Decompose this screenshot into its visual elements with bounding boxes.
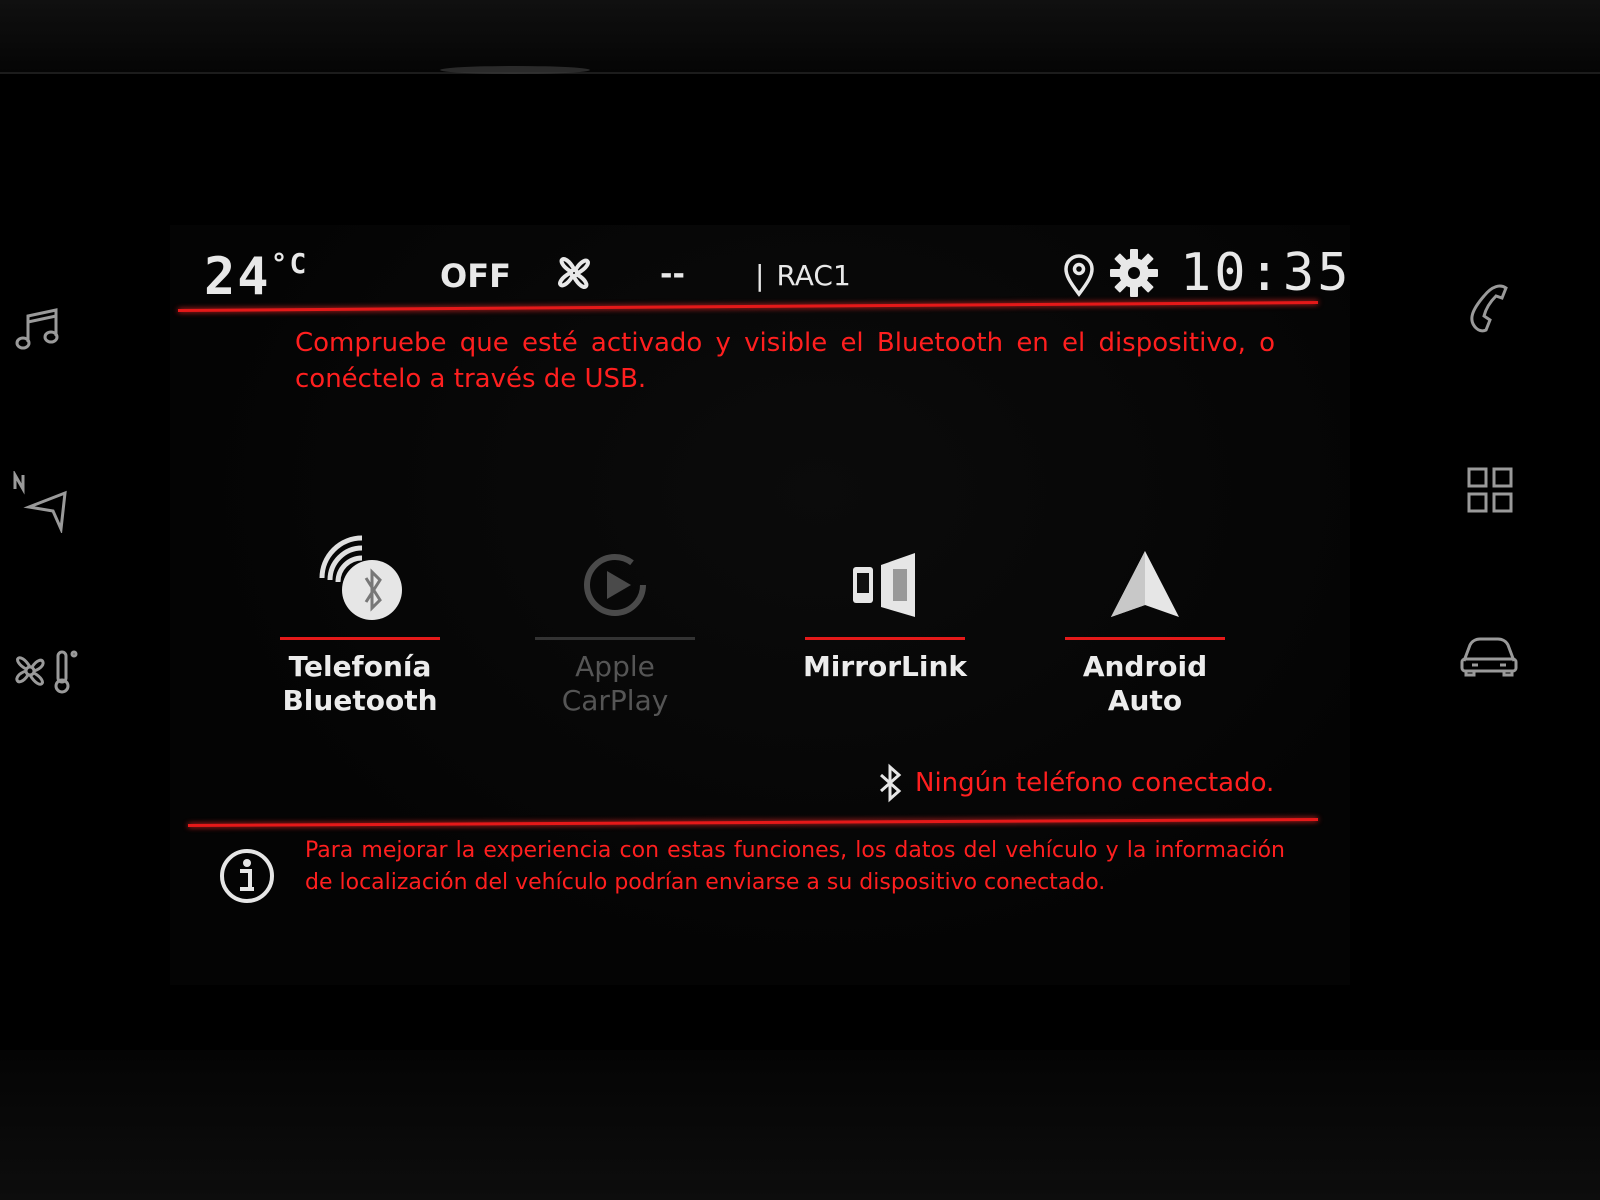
tile-label: MirrorLink xyxy=(802,650,968,683)
tile-underline xyxy=(805,637,965,640)
tile-android-auto[interactable]: Android Auto xyxy=(1060,525,1230,718)
tile-bluetooth-telephony[interactable]: Telefonía Bluetooth xyxy=(275,525,445,718)
apps-grid-icon[interactable] xyxy=(1460,460,1520,520)
tile-label: Apple CarPlay xyxy=(561,650,669,717)
footer-divider xyxy=(187,818,1319,827)
bluetooth-alert-message: Compruebe que esté activado y visible el… xyxy=(295,328,1275,394)
bezel-bottom xyxy=(0,1050,1600,1200)
temperature-display[interactable]: 24°C xyxy=(204,247,308,307)
fan-icon[interactable] xyxy=(550,249,598,301)
tile-label-line2: Bluetooth xyxy=(282,684,438,717)
phone-status-text: Ningún teléfono conectado. xyxy=(915,768,1275,798)
status-bar: 24°C OFF -- | RAC1 10:35 xyxy=(190,243,1349,307)
left-shortcut-bar xyxy=(0,0,110,1200)
tile-underline xyxy=(1065,637,1225,640)
radio-station-name: RAC1 xyxy=(776,259,851,292)
mirrorlink-icon xyxy=(800,525,970,625)
android-auto-icon xyxy=(1060,525,1230,625)
carplay-icon xyxy=(530,525,700,625)
gear-icon[interactable] xyxy=(1108,247,1160,303)
location-pin-icon[interactable] xyxy=(1062,253,1096,301)
phone-icon[interactable] xyxy=(1460,278,1520,338)
radio-station-display[interactable]: | RAC1 xyxy=(755,259,851,292)
climate-icon[interactable] xyxy=(8,645,80,697)
music-icon[interactable] xyxy=(8,300,68,360)
radio-separator: | xyxy=(755,259,765,292)
navigation-icon[interactable] xyxy=(8,470,72,534)
phone-connection-status: Ningún teléfono conectado. xyxy=(875,763,1274,803)
tile-underline xyxy=(280,637,440,640)
info-text: Para mejorar la experiencia con estas fu… xyxy=(305,838,1285,895)
tile-label: Android Auto xyxy=(1082,650,1208,717)
bluetooth-icon xyxy=(880,763,902,803)
fan-level: -- xyxy=(660,257,685,292)
tile-apple-carplay: Apple CarPlay xyxy=(530,525,700,718)
bluetooth-phone-icon xyxy=(275,525,445,625)
bezel-top xyxy=(0,0,1600,74)
temperature-unit: °C xyxy=(270,247,309,280)
tile-label: Telefonía Bluetooth xyxy=(275,650,445,718)
infotainment-screen: 24°C OFF -- | RAC1 10:35 Compruebe que e… xyxy=(170,225,1350,985)
clock: 10:35 xyxy=(1180,243,1352,303)
car-icon[interactable] xyxy=(1454,630,1524,680)
right-shortcut-bar xyxy=(1440,0,1550,1200)
data-sharing-info: Para mejorar la experiencia con estas fu… xyxy=(210,835,1290,925)
temperature-value: 24 xyxy=(204,247,271,307)
info-icon[interactable] xyxy=(218,847,276,909)
tile-mirrorlink[interactable]: MirrorLink xyxy=(800,525,970,684)
climate-state[interactable]: OFF xyxy=(440,257,511,295)
tile-label-line1: Telefonía xyxy=(288,650,432,683)
bezel-reflection xyxy=(440,66,590,74)
tile-underline xyxy=(535,637,695,640)
